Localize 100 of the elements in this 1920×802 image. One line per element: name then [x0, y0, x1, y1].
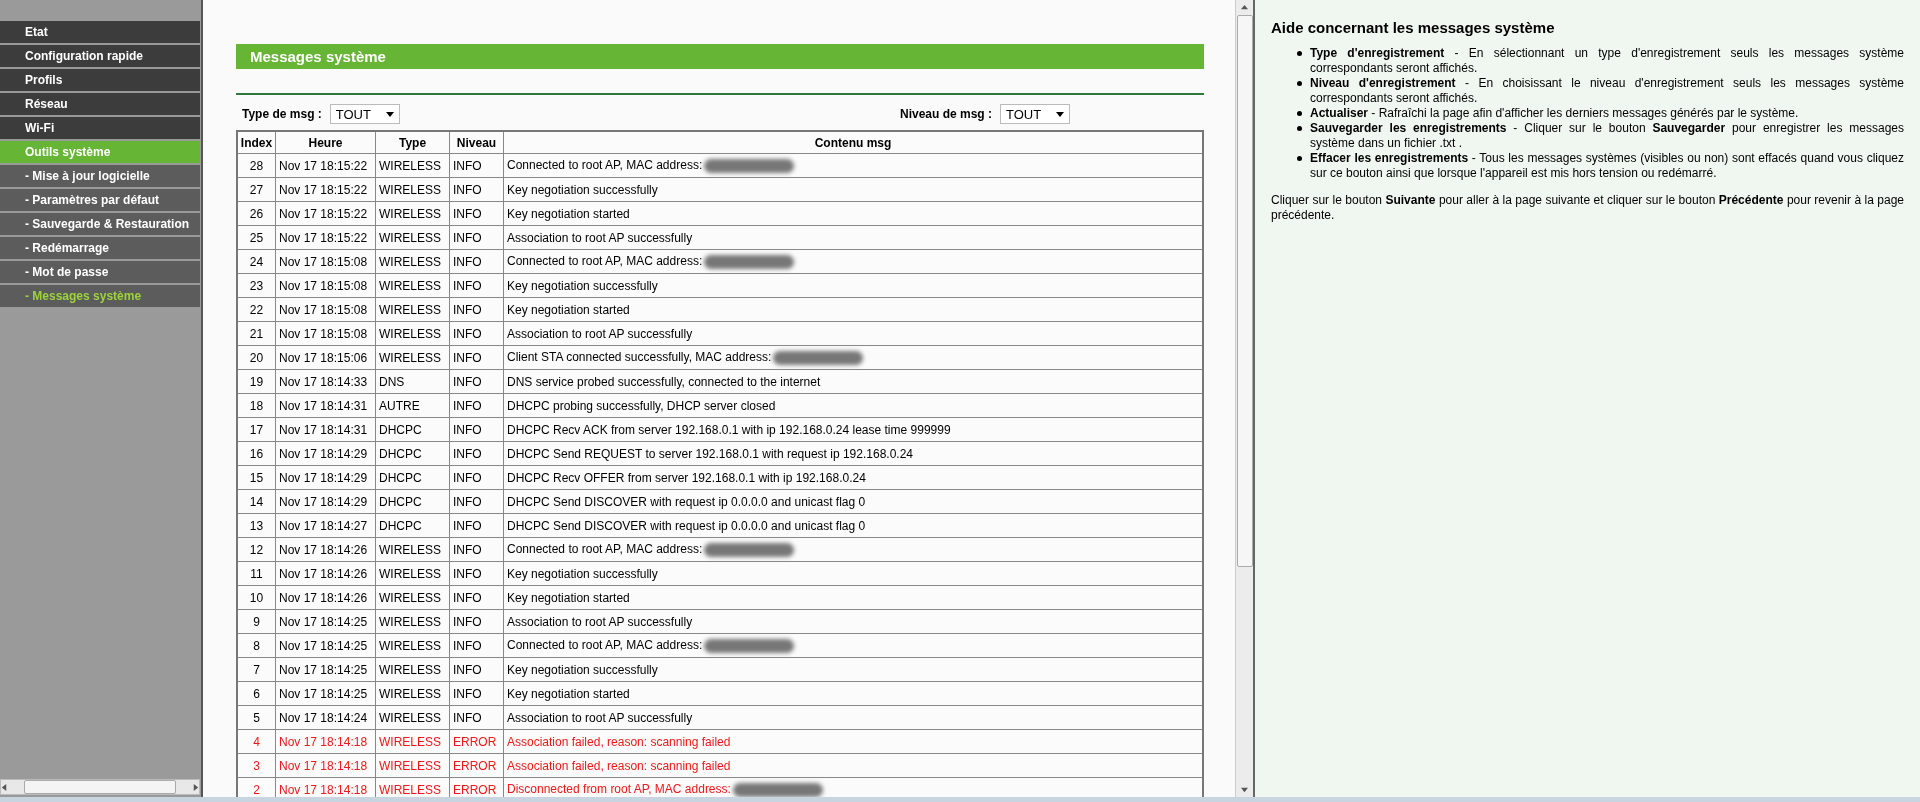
table-cell: Connected to root AP, MAC address: — [507, 638, 703, 653]
table-cell: Nov 17 18:14:31 — [275, 417, 376, 442]
table-cell: INFO — [449, 297, 504, 322]
table-cell: Nov 17 18:14:29 — [275, 489, 376, 514]
table-cell: DHCPC — [375, 489, 450, 514]
sidebar-subitem[interactable]: - Redémarrage — [0, 237, 200, 259]
table-cell: Connected to root AP, MAC address: — [507, 542, 703, 557]
table-cell: ERROR — [449, 729, 504, 754]
sidebar-subitem[interactable]: - Messages système — [0, 285, 200, 307]
table-cell: Nov 17 18:14:29 — [275, 465, 376, 490]
table-cell: INFO — [449, 273, 504, 298]
help-item: Actualiser - Rafraîchi la page afin d'afficher les derniers messages générés par le système. — [1310, 106, 1800, 121]
table-cell: Nov 17 18:14:18 — [275, 729, 376, 754]
scroll-left-icon[interactable] — [1, 783, 8, 791]
table-cell: INFO — [449, 681, 504, 706]
table-cell: 11 — [237, 561, 276, 586]
vertical-scrollbar[interactable] — [1235, 0, 1253, 797]
table-cell: WIRELESS — [375, 753, 450, 778]
table-cell: INFO — [449, 441, 504, 466]
table-cell: 14 — [237, 489, 276, 514]
table-cell: INFO — [449, 537, 504, 562]
help-item: Sauvegarder les enregistrements - Cliquer sur le bouton Sauvegarder pour enregistrer les messages système dans un fichier .txt . — [1310, 121, 1904, 151]
caret-icon — [385, 111, 394, 117]
table-cell: 21 — [237, 321, 276, 346]
table-cell: 6 — [237, 681, 276, 706]
table-cell: 18 — [237, 393, 276, 418]
table-cell: WIRELESS — [375, 345, 450, 370]
table-cell: Nov 17 18:14:29 — [275, 441, 376, 466]
table-cell: WIRELESS — [375, 249, 450, 274]
table-cell: 15 — [237, 465, 276, 490]
table-cell: 5 — [237, 705, 276, 730]
table-cell: INFO — [449, 177, 504, 202]
horizontal-scrollbar[interactable] — [0, 779, 200, 795]
scroll-down-icon[interactable] — [1241, 786, 1248, 793]
table-cell: Key negotiation started — [507, 206, 630, 221]
table-cell: INFO — [449, 657, 504, 682]
scroll-right-icon[interactable] — [192, 783, 199, 791]
table-cell: 26 — [237, 201, 276, 226]
table-cell: Nov 17 18:15:06 — [275, 345, 376, 370]
table-cell: 16 — [237, 441, 276, 466]
table-cell: Nov 17 18:14:25 — [275, 609, 376, 634]
sidebar-item[interactable]: Etat — [0, 21, 200, 43]
sidebar-subitem[interactable]: - Mot de passe — [0, 261, 200, 283]
table-cell: Nov 17 18:14:31 — [275, 393, 376, 418]
table-cell: WIRELESS — [375, 273, 450, 298]
table-cell: Nov 17 18:14:27 — [275, 513, 376, 538]
table-cell: Key negotiation started — [507, 686, 630, 701]
table-cell: Nov 17 18:15:22 — [275, 153, 376, 178]
table-cell: DHCPC probing successfully, DHCP server closed — [507, 398, 776, 413]
table-cell: Nov 17 18:14:25 — [275, 657, 376, 682]
table-cell: INFO — [449, 417, 504, 442]
bullet-icon — [1297, 81, 1302, 86]
filter-label: Type de msg : — [242, 107, 322, 121]
sidebar-item[interactable]: Wi-Fi — [0, 117, 200, 139]
table-cell: WIRELESS — [375, 297, 450, 322]
table-cell: WIRELESS — [375, 633, 450, 658]
table-cell: Nov 17 18:15:22 — [275, 225, 376, 250]
table-cell: Association to root AP successfully — [507, 326, 693, 341]
table-cell: WIRELESS — [375, 561, 450, 586]
help-title: Aide concernant les messages système — [1271, 19, 1556, 36]
table-cell: Nov 17 18:14:18 — [275, 753, 376, 778]
table-cell: INFO — [449, 345, 504, 370]
sidebar-item[interactable]: Configuration rapide — [0, 45, 200, 67]
table-cell: Association failed, reason: scanning failed — [507, 734, 731, 749]
table-cell: Connected to root AP, MAC address: — [507, 254, 703, 269]
table-cell: DHCPC — [375, 465, 450, 490]
table-cell: INFO — [449, 705, 504, 730]
table-cell: DHCPC — [375, 513, 450, 538]
table-cell: INFO — [449, 633, 504, 658]
table-cell: 9 — [237, 609, 276, 634]
table-cell: 24 — [237, 249, 276, 274]
sidebar-item[interactable]: Réseau — [0, 93, 200, 115]
sidebar-item[interactable]: Profils — [0, 69, 200, 91]
table-cell: WIRELESS — [375, 729, 450, 754]
table-cell: Nov 17 18:14:33 — [275, 369, 376, 394]
filter-dropdown[interactable]: TOUT — [1000, 104, 1071, 124]
table-cell: Association to root AP successfully — [507, 230, 693, 245]
table-cell: WIRELESS — [375, 321, 450, 346]
column-header: Index — [237, 131, 276, 154]
table-cell: DHCPC Recv ACK from server 192.168.0.1 with ip 192.168.0.24 lease time 999999 — [507, 422, 951, 437]
table-cell: WIRELESS — [375, 609, 450, 634]
table-cell: Connected to root AP, MAC address: — [507, 158, 703, 173]
bullet-icon — [1297, 51, 1302, 56]
sidebar-subitem[interactable]: - Mise à jour logicielle — [0, 165, 200, 187]
table-cell: Key negotiation started — [507, 302, 630, 317]
table-cell: 17 — [237, 417, 276, 442]
table-cell: Nov 17 18:14:26 — [275, 561, 376, 586]
table-cell: INFO — [449, 249, 504, 274]
sidebar-subitem[interactable]: - Sauvegarde & Restauration — [0, 213, 200, 235]
table-cell: DHCPC — [375, 417, 450, 442]
table-cell: DNS service probed successfully, connected to the internet — [507, 374, 821, 389]
filter-dropdown[interactable]: TOUT — [329, 104, 400, 124]
table-cell: Nov 17 18:15:22 — [275, 201, 376, 226]
column-header: Type — [375, 131, 450, 154]
table-cell: INFO — [449, 225, 504, 250]
help-item: Type d'enregistrement - En sélectionnant un type d'enregistrement seuls les messages système correspondants seront affichés. — [1310, 46, 1904, 76]
table-cell: 10 — [237, 585, 276, 610]
scroll-up-icon[interactable] — [1241, 4, 1248, 11]
sidebar-subitem[interactable]: - Paramètres par défaut — [0, 189, 200, 211]
table-cell: DHCPC Send DISCOVER with request ip 0.0.0.0 and unicast flag 0 — [507, 494, 866, 509]
